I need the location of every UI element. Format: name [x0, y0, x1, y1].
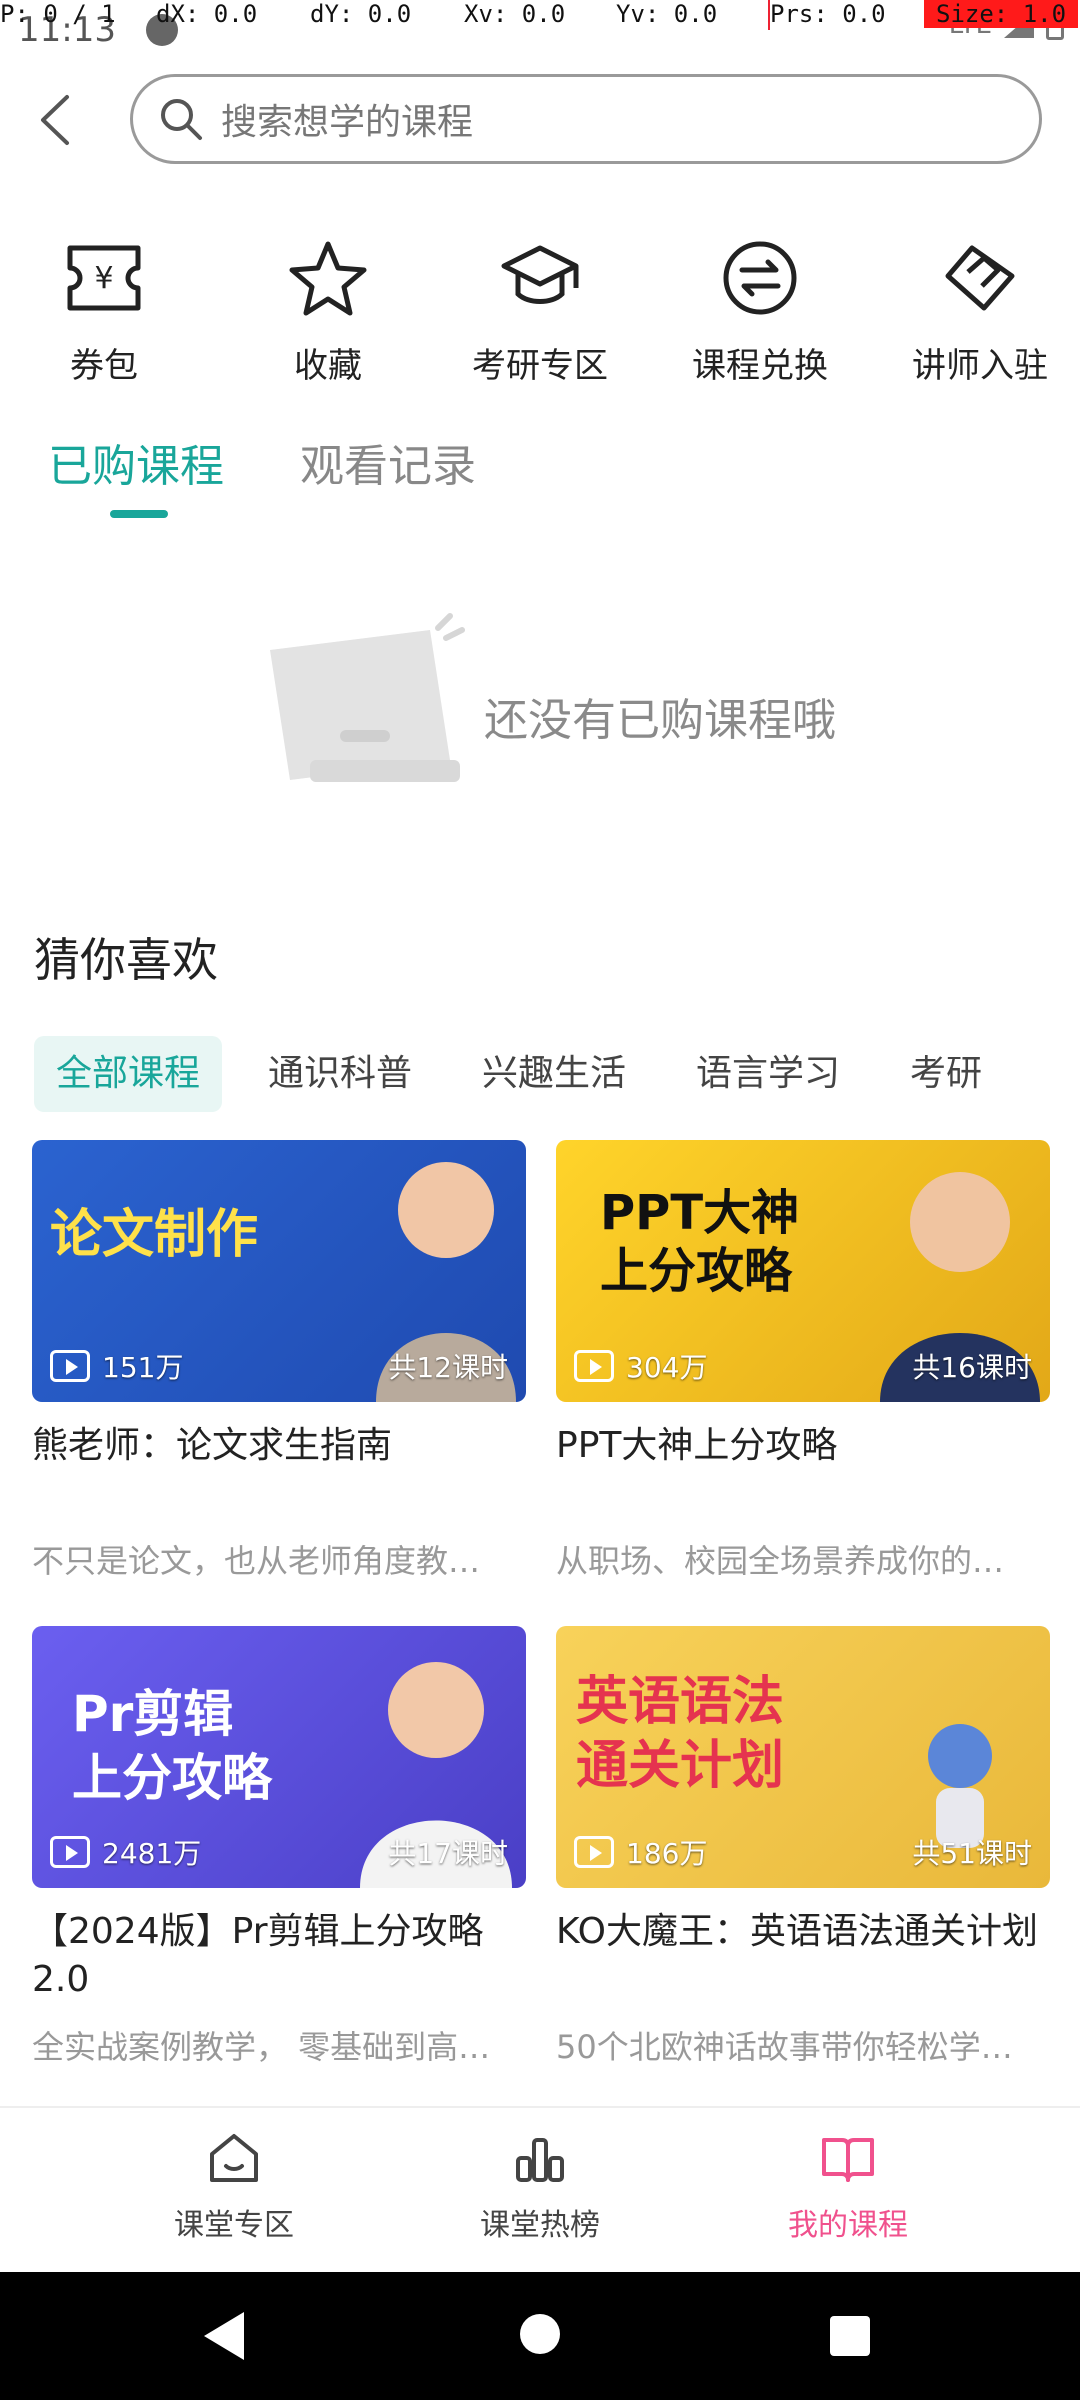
view-count: 2481万	[50, 1832, 201, 1872]
nav-my-courses-label: 我的课程	[788, 2208, 908, 2243]
chevron-left-icon	[41, 95, 69, 145]
quick-postgrad[interactable]: 考研专区	[440, 236, 640, 387]
chart-bars-icon	[516, 2138, 564, 2182]
quick-actions: ¥ 券包 收藏 考研专区 课程兑换 讲师入驻	[0, 236, 1080, 396]
course-description: 不只是论文，也从老师角度教…	[32, 1542, 481, 1580]
tab-indicator	[110, 510, 168, 518]
debug-yv: Yv: 0.0	[616, 0, 718, 28]
category-language[interactable]: 语言学习	[696, 1036, 840, 1112]
system-nav-bar	[0, 2272, 1080, 2400]
quick-favorites[interactable]: 收藏	[228, 236, 428, 387]
debug-dx: dX: 0.0	[156, 0, 258, 28]
lesson-count: 共17课时	[388, 1837, 508, 1870]
quick-instructor-label: 讲师入驻	[912, 346, 1048, 386]
graduation-cap-icon	[501, 245, 579, 304]
exchange-icon	[723, 241, 797, 315]
system-back-button[interactable]	[204, 2312, 244, 2360]
quick-exchange[interactable]: 课程兑换	[660, 236, 860, 387]
tab-history[interactable]: 观看记录	[300, 430, 476, 494]
thumbnail-banner-text: Pr剪辑 上分攻略	[72, 1685, 272, 1807]
nav-my-courses[interactable]: 我的课程	[748, 2128, 948, 2244]
debug-dy: dY: 0.0	[310, 0, 412, 28]
course-card[interactable]: Pr剪辑 上分攻略 2481万 共17课时 【2024版】Pr剪辑上分攻略2.0…	[32, 1626, 526, 2066]
play-icon	[50, 1836, 90, 1868]
lesson-count: 共12课时	[388, 1351, 508, 1384]
system-home-button[interactable]	[520, 2314, 560, 2354]
quick-instructor[interactable]: 讲师入驻	[880, 236, 1080, 387]
quick-coupon-label: 券包	[70, 346, 138, 386]
thumbnail-banner-text: 论文制作	[50, 1205, 259, 1265]
course-card[interactable]: PPT大神 上分攻略 304万 共16课时 PPT大神上分攻略 从职场、校园全场…	[556, 1140, 1050, 1580]
thumbnail-banner-text: 英语语法 通关计划	[576, 1672, 785, 1796]
course-description: 从职场、校园全场景养成你的…	[556, 1542, 1005, 1580]
view-count: 186万	[574, 1832, 707, 1872]
coupon-icon: ¥	[67, 245, 141, 311]
svg-text:¥: ¥	[94, 261, 113, 296]
nav-classroom-zone-label: 课堂专区	[174, 2208, 294, 2243]
empty-state-text: 还没有已购课程哦	[484, 695, 836, 746]
play-icon	[574, 1350, 614, 1382]
quick-favorites-label: 收藏	[294, 346, 362, 386]
course-thumbnail: PPT大神 上分攻略 304万 共16课时	[556, 1140, 1050, 1402]
star-icon	[289, 241, 367, 316]
quick-coupon[interactable]: ¥ 券包	[4, 236, 204, 387]
course-description: 全实战案例教学， 零基础到高…	[32, 2028, 491, 2066]
recommend-title: 猜你喜欢	[34, 933, 218, 987]
bottom-nav: 课堂专区 课堂热榜 我的课程	[0, 2106, 1080, 2272]
debug-size: Size: 1.0	[924, 0, 1079, 28]
course-title: 熊老师：论文求生指南	[32, 1425, 393, 1466]
search-placeholder: 搜索想学的课程	[221, 102, 474, 143]
category-tabs: 全部课程 通识科普 兴趣生活 语言学习 考研	[0, 1036, 1080, 1116]
debug-pointer: P: 0 / 1	[0, 0, 116, 28]
course-title: 【2024版】Pr剪辑上分攻略2.0	[32, 1911, 484, 2000]
lesson-count: 共51课时	[912, 1837, 1032, 1870]
book-icon	[822, 2138, 874, 2182]
thumbnail-banner-text: PPT大神 上分攻略	[600, 1185, 800, 1299]
course-description: 50个北欧神话故事带你轻松学…	[556, 2028, 1013, 2066]
quick-exchange-label: 课程兑换	[692, 346, 828, 386]
view-count: 151万	[50, 1346, 183, 1386]
play-icon	[574, 1836, 614, 1868]
quick-postgrad-label: 考研专区	[472, 346, 608, 386]
course-thumbnail: 英语语法 通关计划 186万 共51课时	[556, 1626, 1050, 1888]
course-title: PPT大神上分攻略	[556, 1425, 838, 1466]
lesson-count: 共16课时	[912, 1351, 1032, 1384]
category-postgrad[interactable]: 考研	[910, 1036, 982, 1112]
category-general-science[interactable]: 通识科普	[268, 1036, 412, 1112]
category-hobby-life[interactable]: 兴趣生活	[482, 1036, 626, 1112]
course-thumbnail: Pr剪辑 上分攻略 2481万 共17课时	[32, 1626, 526, 1888]
category-all[interactable]: 全部课程	[34, 1036, 223, 1112]
search-icon	[161, 99, 202, 140]
course-thumbnail: 论文制作 151万 共12课时	[32, 1140, 526, 1402]
system-recents-button[interactable]	[830, 2316, 870, 2356]
course-title: KO大魔王：英语语法通关计划	[556, 1911, 1038, 1952]
course-card[interactable]: 英语语法 通关计划 186万 共51课时 KO大魔王：英语语法通关计划 50个北…	[556, 1626, 1050, 2066]
pointer-debug-overlay: P: 0 / 1 dX: 0.0 dY: 0.0 Xv: 0.0 Yv: 0.0…	[0, 0, 1080, 34]
empty-state: 还没有已购课程哦	[250, 610, 950, 810]
course-tabs: 已购课程 观看记录	[0, 430, 1080, 540]
play-icon	[50, 1350, 90, 1382]
home-icon	[210, 2134, 258, 2182]
tab-purchased[interactable]: 已购课程	[48, 430, 224, 494]
back-button[interactable]	[30, 88, 78, 152]
search-input[interactable]: 搜索想学的课程	[130, 74, 1042, 164]
handshake-icon	[945, 245, 1015, 311]
nav-classroom-zone[interactable]: 课堂专区	[134, 2128, 334, 2244]
empty-box-illustration	[270, 613, 465, 782]
debug-prs: Prs: 0.0	[770, 0, 886, 28]
view-count: 304万	[574, 1346, 707, 1386]
nav-hot-list-label: 课堂热榜	[480, 2208, 600, 2243]
debug-xv: Xv: 0.0	[464, 0, 566, 28]
course-card[interactable]: 论文制作 151万 共12课时 熊老师：论文求生指南 不只是论文，也从老师角度教…	[32, 1140, 526, 1580]
nav-hot-list[interactable]: 课堂热榜	[440, 2128, 640, 2244]
